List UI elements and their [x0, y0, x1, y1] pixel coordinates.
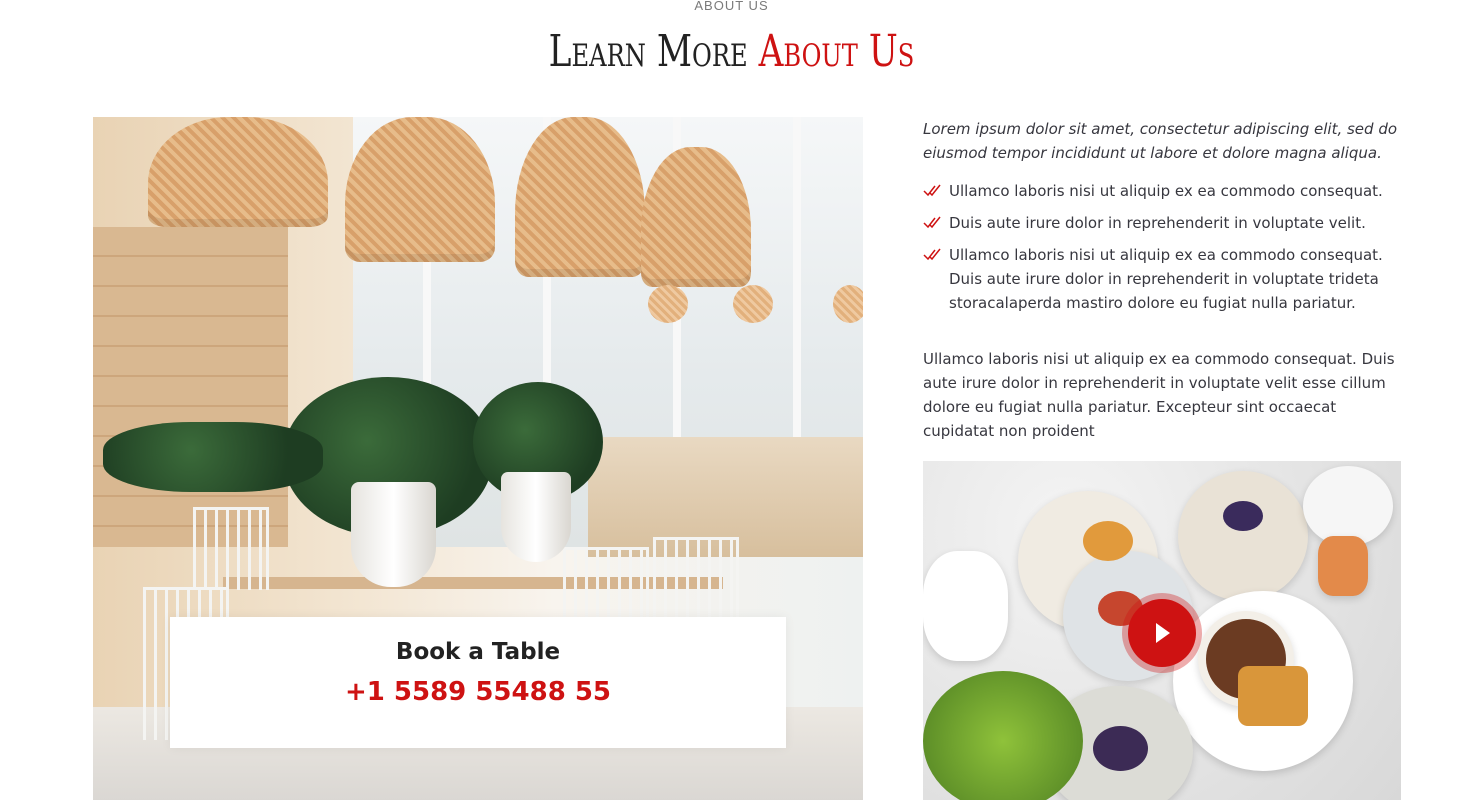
plant-pot: [501, 472, 571, 562]
pendant-lamp: [641, 147, 751, 287]
pendant-lamp: [148, 117, 328, 227]
intro-text: Lorem ipsum dolor sit amet, consectetur …: [923, 120, 1398, 162]
small-lamp: [833, 285, 863, 323]
double-check-icon: [923, 248, 941, 261]
book-table-heading: Book a Table: [395, 639, 561, 665]
bowl: [1178, 471, 1308, 601]
list-item: Ullamco laboris nisi ut aliquip ex ea co…: [923, 243, 1403, 315]
plant-pot: [351, 482, 436, 587]
section-title: Learn More About Us: [161, 26, 1302, 78]
double-check-icon: [923, 216, 941, 229]
berries: [1093, 726, 1148, 771]
list-item: Ullamco laboris nisi ut aliquip ex ea co…: [923, 179, 1403, 203]
pendant-lamp: [515, 117, 645, 277]
section-eyebrow: ABOUT US: [694, 0, 769, 13]
honey-jar: [1318, 536, 1368, 596]
play-button[interactable]: [1128, 599, 1196, 667]
chair: [193, 507, 269, 590]
teapot: [923, 551, 1008, 661]
video-thumbnail[interactable]: [923, 461, 1401, 800]
wood-wall: [93, 227, 288, 547]
list-item-text: Ullamco laboris nisi ut aliquip ex ea co…: [949, 182, 1383, 200]
play-icon: [1156, 623, 1170, 643]
about-section: ABOUT US Learn More About Us Book a Tabl…: [0, 0, 1463, 800]
section-title-accent: About Us: [758, 26, 915, 77]
berries: [1223, 501, 1263, 531]
small-lamp: [733, 285, 773, 323]
list-item-text: Ullamco laboris nisi ut aliquip ex ea co…: [949, 246, 1383, 312]
waffle: [1238, 666, 1308, 726]
section-title-main: Learn More: [548, 26, 759, 77]
small-lamp: [648, 285, 688, 323]
waffle: [1083, 521, 1133, 561]
pendant-lamp: [345, 117, 495, 262]
greens: [923, 671, 1083, 800]
list-item: Duis aute irure dolor in reprehenderit i…: [923, 211, 1403, 235]
booking-phone-link[interactable]: +1 5589 55488 55: [170, 677, 786, 707]
jar: [1303, 466, 1393, 546]
list-item-text: Duis aute irure dolor in reprehenderit i…: [949, 214, 1366, 232]
about-content: Lorem ipsum dolor sit amet, consectetur …: [923, 117, 1403, 443]
body-text: Ullamco laboris nisi ut aliquip ex ea co…: [923, 350, 1395, 440]
double-check-icon: [923, 184, 941, 197]
book-table-card: Book a Table +1 5589 55488 55: [170, 617, 786, 748]
planter-greenery: [103, 422, 323, 492]
feature-list: Ullamco laboris nisi ut aliquip ex ea co…: [923, 179, 1403, 315]
